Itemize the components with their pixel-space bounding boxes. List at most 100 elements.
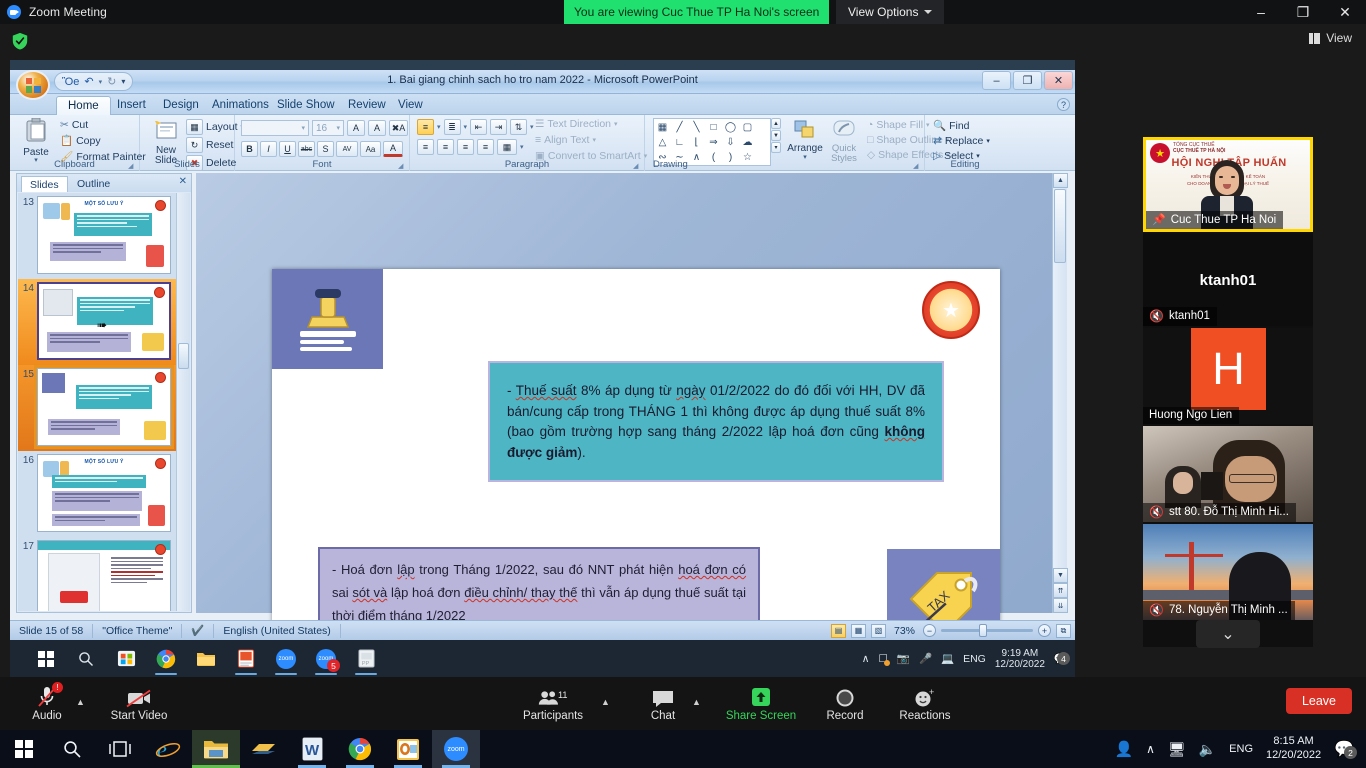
text-direction-button[interactable]: ☰ Text Direction ▾	[535, 118, 647, 130]
thumbnail-preview-selected[interactable]	[34, 365, 174, 449]
grow-font-button[interactable]: A	[347, 120, 365, 136]
participant-tile-video[interactable]: 🔇 stt 80. Đỗ Thị Minh Hi...	[1143, 426, 1313, 522]
slideshow-view-button[interactable]: ▧	[870, 623, 886, 638]
ppt-close-button[interactable]: ✕	[1044, 71, 1073, 90]
notifications-icon[interactable]: 💬 4	[1054, 652, 1070, 665]
tab-home[interactable]: Home	[56, 96, 111, 115]
next-slide-button[interactable]: ⇊	[1053, 598, 1068, 613]
slide-vertical-scrollbar[interactable]: ▲ ▼ ⇈ ⇊	[1052, 173, 1068, 613]
clipboard-dialog-launcher[interactable]: ◢	[128, 162, 136, 170]
scroll-up-button[interactable]: ▲	[1053, 173, 1068, 188]
zoom-icon[interactable]: zoom	[266, 640, 306, 677]
participant-tile-name-only[interactable]: ktanh01 🔇 ktanh01	[1143, 234, 1313, 326]
font-dialog-launcher[interactable]: ◢	[398, 162, 406, 170]
align-center-button[interactable]: ≡	[437, 139, 454, 155]
slide-purple-textbox[interactable]: - Hoá đơn lập trong Tháng 1/2022, sau đó…	[318, 547, 760, 623]
participants-button[interactable]: 115 Participants	[510, 681, 596, 727]
zoom-slider-handle[interactable]	[979, 624, 987, 637]
chrome-icon[interactable]	[336, 730, 384, 768]
numbering-button[interactable]: ≣	[443, 119, 461, 135]
slide-teal-textbox[interactable]: - Thuế suất 8% áp dụng từ ngày 01/2/2022…	[488, 361, 944, 482]
windows-start-icon[interactable]	[0, 730, 48, 768]
shrink-font-button[interactable]: A	[368, 120, 386, 136]
slide-sorter-button[interactable]: ▦	[850, 623, 866, 638]
paste-button[interactable]: Paste ▾	[18, 117, 54, 164]
scroll-down-button[interactable]: ▼	[1053, 568, 1068, 583]
arrange-button[interactable]: Arrange ▾	[787, 119, 823, 161]
word-icon[interactable]: W	[288, 730, 336, 768]
thumbnail-item[interactable]: 14 ➠	[18, 279, 178, 365]
shapes-scroll-down[interactable]: ▼	[771, 130, 781, 141]
thumbnail-preview[interactable]: MỘT SỐ LƯU Ý	[37, 454, 171, 532]
participant-tile-active-speaker[interactable]: ★ TỔNG CỤC THUẾ CỤC THUẾ TP HÀ NỘI HỘI N…	[1143, 137, 1313, 232]
ppt-restore-button[interactable]: ❐	[1013, 71, 1042, 90]
replace-button[interactable]: ⇄ Replace ▾	[933, 135, 990, 147]
underline-button[interactable]: U	[279, 141, 296, 157]
thumbnail-list[interactable]: 13 MỘT SỐ LƯU Ý 14 ➠ 15 16 MỘT SỐ LƯU Ý …	[18, 193, 178, 611]
tab-slides[interactable]: Slides	[21, 176, 68, 192]
down-arrow-shape-icon[interactable]: ⇩	[723, 135, 738, 149]
unikey-icon[interactable]	[240, 730, 288, 768]
search-icon[interactable]	[48, 730, 96, 768]
arrow-shape-icon[interactable]: ╲	[689, 120, 704, 134]
text-shadow-button[interactable]: S	[317, 141, 334, 157]
character-spacing-button[interactable]: AV	[336, 141, 358, 157]
audio-options-caret[interactable]: ▲	[76, 697, 85, 707]
chat-options-caret[interactable]: ▲	[692, 697, 701, 707]
align-right-button[interactable]: ≡	[457, 139, 474, 155]
office-button-icon[interactable]	[16, 70, 50, 100]
copy-button[interactable]: 📋 Copy	[60, 134, 146, 148]
ppt-minimize-button[interactable]: –	[982, 71, 1011, 90]
thumbnail-preview[interactable]: MỘT SỐ LƯU Ý	[37, 196, 171, 274]
internet-explorer-icon[interactable]: e	[144, 730, 192, 768]
onedrive-icon[interactable]: ☐	[878, 653, 890, 666]
start-video-button[interactable]: Start Video	[96, 681, 182, 727]
scrollbar-thumb[interactable]	[1054, 189, 1066, 263]
reactions-button[interactable]: + Reactions	[882, 681, 968, 727]
show-hidden-icons-button[interactable]: ∧	[1146, 742, 1155, 756]
font-name-input[interactable]: ▾	[241, 120, 309, 136]
thumbnail-item[interactable]: 13 MỘT SỐ LƯU Ý	[18, 193, 178, 279]
view-layout-button[interactable]: View	[1309, 31, 1352, 45]
powerpoint-doc-icon[interactable]: PP	[346, 640, 386, 677]
align-left-button[interactable]: ≡	[417, 139, 434, 155]
filmstrip-scroll-down-button[interactable]: ⌄	[1196, 620, 1260, 648]
view-options-button[interactable]: View Options	[836, 0, 945, 24]
quick-styles-button[interactable]: Quick Styles	[825, 119, 863, 164]
zoom-notification-icon[interactable]: zoom 5	[306, 640, 346, 677]
language-indicator[interactable]: English (United States)	[214, 623, 341, 638]
network-icon[interactable]: 🖥	[1168, 741, 1186, 758]
rectangle-shape-icon[interactable]: □	[706, 120, 721, 134]
thumbnail-item[interactable]: 17	[18, 537, 178, 611]
screen-capture-icon[interactable]: 📷	[897, 652, 910, 665]
action-center-icon[interactable]: 💬 2	[1334, 739, 1357, 759]
share-screen-button[interactable]: Share Screen	[714, 681, 808, 727]
bold-button[interactable]: B	[241, 141, 258, 157]
zoom-slider[interactable]	[941, 624, 1033, 637]
thumbnail-scrollbar[interactable]	[176, 193, 190, 611]
participants-options-caret[interactable]: ▲	[601, 697, 610, 707]
paragraph-dialog-launcher[interactable]: ◢	[633, 162, 641, 170]
tab-insert[interactable]: Insert	[106, 96, 157, 115]
font-size-input[interactable]: 16 ▾	[312, 120, 344, 136]
triangle-shape-icon[interactable]: △	[655, 135, 670, 149]
increase-indent-button[interactable]: ⇥	[490, 119, 508, 135]
spellcheck-icon[interactable]: ✔️	[182, 623, 215, 638]
participant-tile-video[interactable]: 🔇 78. Nguyễn Thị Minh ...	[1143, 524, 1313, 620]
zoom-icon[interactable]: zoom	[432, 730, 480, 768]
bullets-button[interactable]: ≡	[417, 119, 434, 135]
font-color-button[interactable]: A	[383, 141, 403, 157]
restore-button[interactable]: ❐	[1282, 0, 1324, 24]
thumbnail-preview[interactable]	[37, 540, 171, 611]
scrollbar-thumb[interactable]	[178, 343, 189, 369]
thumbnail-item[interactable]: 16 MỘT SỐ LƯU Ý	[18, 451, 178, 537]
microsoft-store-icon[interactable]	[106, 640, 146, 677]
normal-view-button[interactable]: ▤	[830, 623, 846, 638]
shapes-scroll-up[interactable]: ▲	[771, 118, 781, 129]
file-explorer-icon[interactable]	[192, 730, 240, 768]
minimize-button[interactable]: –	[1240, 0, 1282, 24]
tab-view[interactable]: View	[387, 96, 434, 115]
close-pane-button[interactable]: ✕	[179, 176, 187, 187]
clear-formatting-button[interactable]: ✖A	[389, 120, 408, 136]
elbow-arrow-icon[interactable]: ⌊	[689, 135, 704, 149]
